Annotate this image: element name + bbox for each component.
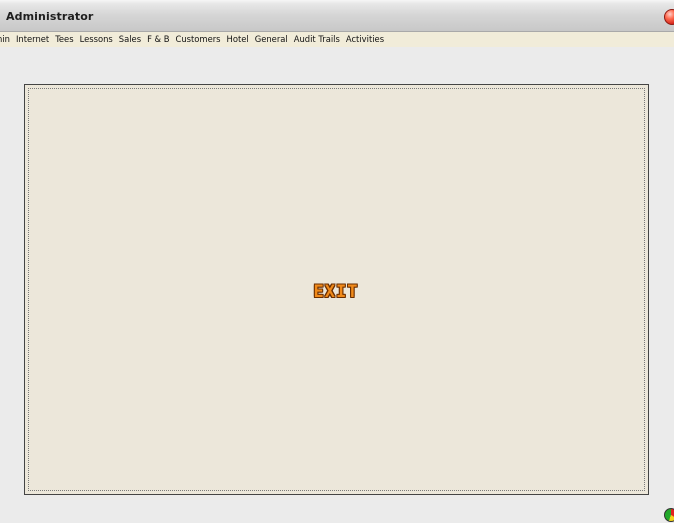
menu-item-general[interactable]: General xyxy=(251,32,292,47)
exit-button[interactable]: EXIT xyxy=(311,282,361,302)
menu-item-sales[interactable]: Sales xyxy=(115,32,145,47)
menu-item-activities[interactable]: Activities xyxy=(342,32,388,47)
close-icon[interactable] xyxy=(664,9,674,25)
menu-item-tees[interactable]: Tees xyxy=(51,32,77,47)
menu-item-hotel[interactable]: Hotel xyxy=(223,32,253,47)
menu-item-food-beverage[interactable]: F & B xyxy=(143,32,173,47)
status-indicator-icon xyxy=(664,508,674,522)
window-title: Administrator xyxy=(6,10,94,23)
menu-item-audit-trails[interactable]: Audit Trails xyxy=(290,32,344,47)
menu-item-lessons[interactable]: Lessons xyxy=(76,32,117,47)
menu-item-internet[interactable]: Internet xyxy=(12,32,53,47)
window-titlebar[interactable]: Administrator xyxy=(0,0,674,32)
menu-bar: nin Internet Tees Lessons Sales F & B Cu… xyxy=(0,32,674,47)
exit-button-label: EXIT xyxy=(313,282,359,302)
menu-item-customers[interactable]: Customers xyxy=(172,32,225,47)
